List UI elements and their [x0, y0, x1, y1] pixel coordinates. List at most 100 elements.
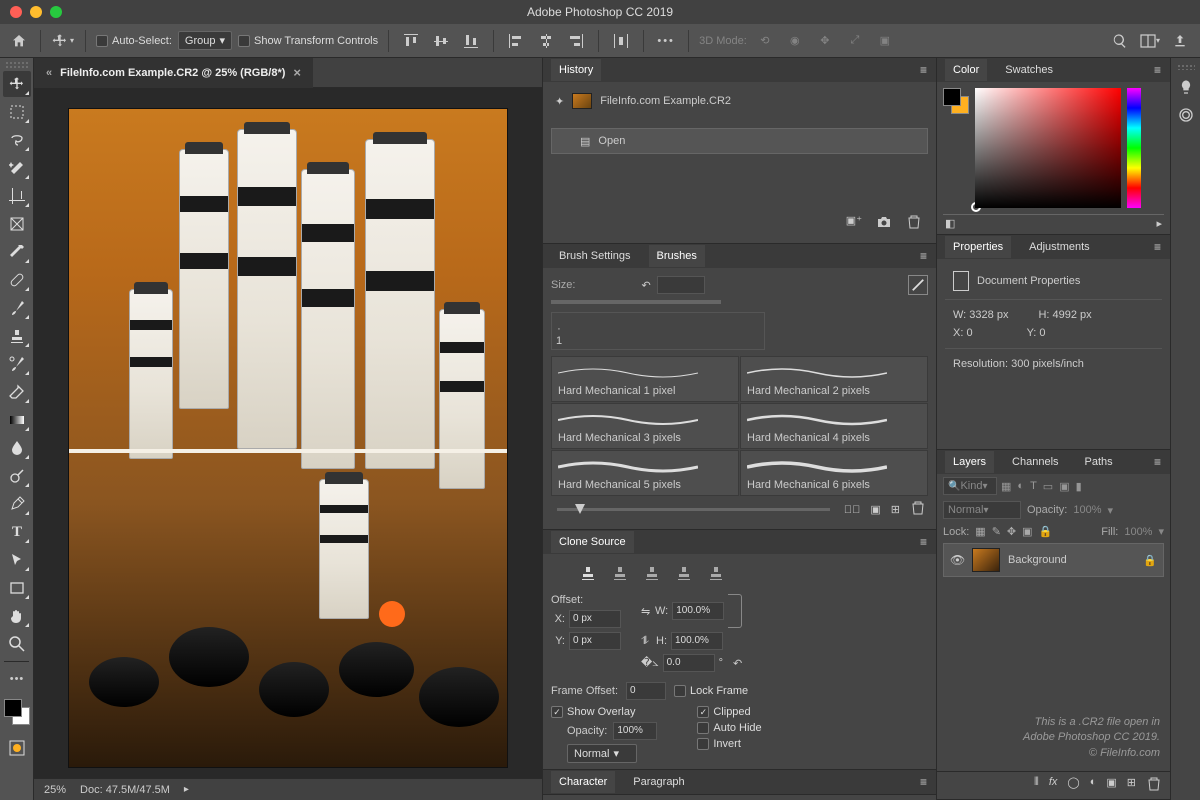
layer-filter-kind[interactable]: 🔍 Kind ▾ [943, 477, 997, 495]
history-tab[interactable]: History [551, 59, 601, 81]
link-icon[interactable] [728, 594, 742, 628]
lock-icon[interactable]: 🔒 [1143, 554, 1157, 567]
document-tab[interactable]: « FileInfo.com Example.CR2 @ 25% (RGB/8*… [34, 58, 313, 88]
close-window[interactable] [10, 6, 22, 18]
frame-tool[interactable] [3, 211, 31, 237]
channels-tab[interactable]: Channels [1004, 451, 1066, 473]
scale-h-input[interactable]: 100.0% [671, 632, 723, 650]
brush-preview-icon[interactable]: 👁⃠ [844, 504, 861, 516]
history-step[interactable]: ▤ Open [551, 128, 928, 154]
filter-type-icon[interactable]: T [1030, 480, 1037, 493]
move-tool[interactable] [3, 71, 31, 97]
offset-y-input[interactable]: 0 px [569, 632, 621, 650]
adjustments-tab[interactable]: Adjustments [1021, 236, 1098, 258]
brush-preset[interactable]: Hard Mechanical 4 pixels [740, 403, 928, 449]
fx-icon[interactable]: fx [1049, 776, 1058, 795]
filter-pixel-icon[interactable]: ▦ [1001, 480, 1011, 493]
panel-menu-icon[interactable]: ≡ [1154, 455, 1162, 469]
brush-preset[interactable]: Hard Mechanical 3 pixels [551, 403, 739, 449]
mask-icon[interactable]: ◯ [1067, 776, 1079, 795]
share-icon[interactable] [1168, 29, 1192, 53]
workspace-icon[interactable]: ▾ [1138, 29, 1162, 53]
clone-source-tab[interactable]: Clone Source [551, 531, 634, 553]
autoselect-checkbox[interactable]: Auto-Select: [96, 35, 172, 47]
lock-all-icon[interactable]: 🔒 [1039, 525, 1053, 538]
flip-h-icon[interactable]: ⇋ [641, 605, 650, 618]
maximize-window[interactable] [50, 6, 62, 18]
clone-source-2[interactable] [609, 562, 631, 584]
show-overlay-checkbox[interactable]: Show Overlay [551, 706, 657, 718]
swatches-tab[interactable]: Swatches [997, 59, 1061, 81]
invert-checkbox[interactable]: Invert [697, 738, 761, 750]
color-panel-arrow[interactable]: ▸ [1156, 217, 1162, 230]
blur-tool[interactable] [3, 435, 31, 461]
overlay-opacity-input[interactable]: 100% [613, 722, 657, 740]
layers-tab[interactable]: Layers [945, 451, 994, 473]
autohide-checkbox[interactable]: Auto Hide [697, 722, 761, 734]
crop-tool[interactable] [3, 183, 31, 209]
paths-tab[interactable]: Paths [1077, 451, 1121, 473]
panel-menu-icon[interactable]: ≡ [1154, 240, 1162, 254]
filter-shape-icon[interactable]: ▭ [1043, 480, 1053, 493]
distribute-icon[interactable] [609, 29, 633, 53]
search-icon[interactable] [1108, 29, 1132, 53]
minimize-window[interactable] [30, 6, 42, 18]
angle-input[interactable]: 0.0 [663, 654, 715, 672]
clone-source-4[interactable] [673, 562, 695, 584]
magic-wand-tool[interactable] [3, 155, 31, 181]
properties-tab[interactable]: Properties [945, 236, 1011, 258]
marquee-tool[interactable] [3, 99, 31, 125]
show-transform-checkbox[interactable]: Show Transform Controls [238, 35, 378, 47]
filter-smart-icon[interactable]: ▣ [1059, 480, 1069, 493]
more-options-icon[interactable]: ••• [654, 29, 678, 53]
align-right-icon[interactable] [564, 29, 588, 53]
frame-offset-input[interactable]: 0 [626, 682, 666, 700]
color-tab[interactable]: Color [945, 59, 987, 81]
quickmask-toggle[interactable] [3, 735, 31, 761]
size-input[interactable] [657, 276, 705, 294]
brush-tool[interactable] [3, 295, 31, 321]
align-vcenter-icon[interactable] [429, 29, 453, 53]
trash-icon[interactable] [1146, 776, 1162, 795]
brushes-tab[interactable]: Brushes [649, 245, 705, 267]
lock-artboard-icon[interactable]: ▣ [1022, 525, 1032, 538]
group-icon[interactable]: ▣ [1106, 776, 1116, 795]
hand-tool[interactable] [3, 603, 31, 629]
panel-menu-icon[interactable]: ≡ [1154, 63, 1162, 77]
stamp-tool[interactable] [3, 323, 31, 349]
color-swatch-pair[interactable] [943, 88, 969, 114]
panel-menu-icon[interactable]: ≡ [920, 535, 928, 549]
color-mode-toggle[interactable]: ◧ [945, 217, 955, 230]
hue-slider[interactable] [1127, 88, 1141, 208]
clone-source-1[interactable] [577, 562, 599, 584]
adjustment-icon[interactable]: ◐ [1090, 776, 1097, 795]
brush-settings-tab[interactable]: Brush Settings [551, 245, 639, 267]
path-select-tool[interactable] [3, 547, 31, 573]
paragraph-tab[interactable]: Paragraph [625, 771, 692, 793]
eraser-tool[interactable] [3, 379, 31, 405]
brush-preset[interactable]: Hard Mechanical 6 pixels [740, 450, 928, 496]
clone-source-5[interactable] [705, 562, 727, 584]
eyedropper-tool[interactable] [3, 239, 31, 265]
color-field[interactable] [975, 88, 1121, 208]
offset-x-input[interactable]: 0 px [569, 610, 621, 628]
learn-icon[interactable] [1175, 76, 1197, 98]
zoom-tool[interactable] [3, 631, 31, 657]
history-brush-tool[interactable] [3, 351, 31, 377]
flip-v-icon[interactable]: ⥮ [641, 635, 649, 648]
layer-fill[interactable]: 100% [1124, 526, 1152, 538]
panel-menu-icon[interactable]: ≡ [920, 249, 928, 263]
healing-tool[interactable] [3, 267, 31, 293]
align-hcenter-icon[interactable] [534, 29, 558, 53]
trash-icon[interactable] [906, 214, 922, 233]
clipped-checkbox[interactable]: Clipped [697, 706, 761, 718]
visibility-icon[interactable]: 👁 [950, 553, 964, 567]
reset-transform-icon[interactable]: ↶ [733, 657, 742, 670]
align-bottom-icon[interactable] [459, 29, 483, 53]
brush-preset[interactable]: Hard Mechanical 5 pixels [551, 450, 739, 496]
home-icon[interactable] [8, 30, 30, 52]
lock-transparent-icon[interactable]: ▦ [975, 525, 985, 538]
type-tool[interactable]: T [3, 519, 31, 545]
brush-preview-toggle-icon[interactable] [908, 275, 928, 295]
reset-icon[interactable]: ↶ [641, 279, 650, 292]
